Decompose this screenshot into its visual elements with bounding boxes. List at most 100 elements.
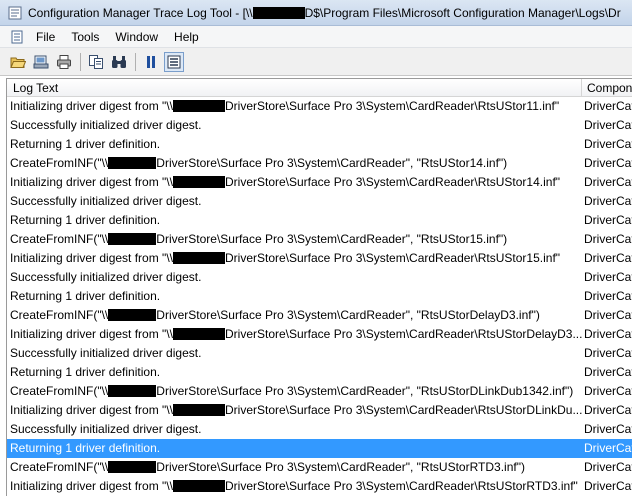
log-text-cell: CreateFromINF("\\ DriverStore\Surface Pro… <box>7 154 582 173</box>
column-header-log-text[interactable]: Log Text <box>7 79 582 97</box>
component-cell: DriverCat <box>584 156 632 170</box>
table-row[interactable]: Successfully initialized driver digest. D… <box>7 192 632 211</box>
log-text-suffix: DriverStore\Surface Pro 3\System\CardRea… <box>224 403 582 417</box>
log-text-prefix: Successfully initialized driver digest. <box>10 270 202 284</box>
window-title: Configuration Manager Trace Log Tool - [… <box>28 6 621 20</box>
table-row[interactable]: Returning 1 driver definition. DriverCat <box>7 211 632 230</box>
component-cell: DriverCat <box>584 194 632 208</box>
component-cell: DriverCat <box>584 384 632 398</box>
pause-button[interactable] <box>141 52 161 72</box>
title-bar[interactable]: Configuration Manager Trace Log Tool - [… <box>0 0 632 26</box>
redacted-block <box>172 480 225 492</box>
log-list[interactable]: Log Text Compone Initializing driver dig… <box>6 78 632 496</box>
log-text-cell: Initializing driver digest from "\\ Drive… <box>7 249 582 268</box>
log-text-suffix: DriverStore\Surface Pro 3\System\CardRea… <box>224 175 561 189</box>
log-text-cell: CreateFromINF("\\ DriverStore\Surface Pro… <box>7 382 582 401</box>
table-row[interactable]: Returning 1 driver definition. DriverCat <box>7 363 632 382</box>
log-text-cell: CreateFromINF("\\ DriverStore\Surface Pro… <box>7 306 582 325</box>
table-row[interactable]: Successfully initialized driver digest. D… <box>7 116 632 135</box>
log-text-cell: Returning 1 driver definition. <box>7 287 582 306</box>
component-cell: DriverCat <box>584 460 632 474</box>
log-text-cell: CreateFromINF("\\ DriverStore\Surface Pro… <box>7 230 582 249</box>
log-text-cell: Successfully initialized driver digest. <box>7 116 582 135</box>
log-text-prefix: Returning 1 driver definition. <box>10 365 161 379</box>
log-text-prefix: Initializing driver digest from "\\ <box>10 175 173 189</box>
component-cell: DriverCat <box>584 251 632 265</box>
toolbar-separator <box>135 52 136 71</box>
log-text-suffix: DriverStore\Surface Pro 3\System\CardRea… <box>224 99 560 113</box>
log-text-prefix: Initializing driver digest from "\\ <box>10 99 173 113</box>
component-cell: DriverCat <box>584 137 632 151</box>
filter-list-button[interactable] <box>164 51 184 72</box>
table-row[interactable]: Successfully initialized driver digest. D… <box>7 268 632 287</box>
redacted-block <box>252 6 305 19</box>
toolbar-separator <box>80 52 81 71</box>
log-text-prefix: Initializing driver digest from "\\ <box>10 251 173 265</box>
component-cell: DriverCat <box>584 441 632 455</box>
menu-window[interactable]: Window <box>107 27 166 47</box>
table-row[interactable]: Successfully initialized driver digest. D… <box>7 344 632 363</box>
log-rows: Initializing driver digest from "\\ Drive… <box>7 97 632 496</box>
log-text-cell: Returning 1 driver definition. <box>7 439 582 458</box>
open-button[interactable] <box>8 52 28 72</box>
menu-file[interactable]: File <box>28 27 63 47</box>
log-text-suffix: DriverStore\Surface Pro 3\System\CardRea… <box>224 251 561 265</box>
table-row[interactable]: Successfully initialized driver digest. D… <box>7 420 632 439</box>
table-row[interactable]: Initializing driver digest from "\\ Drive… <box>7 173 632 192</box>
menu-tools[interactable]: Tools <box>63 27 107 47</box>
redacted-block <box>172 176 225 188</box>
table-row[interactable]: Returning 1 driver definition. DriverCat <box>7 287 632 306</box>
component-cell: DriverCat <box>584 213 632 227</box>
window-title-suffix: D$\Program Files\Microsoft Configuration… <box>304 5 621 20</box>
table-row[interactable]: Initializing driver digest from "\\ Drive… <box>7 325 632 344</box>
window-title-prefix: Configuration Manager Trace Log Tool - [… <box>28 5 253 20</box>
redacted-block <box>172 252 225 264</box>
component-cell: DriverCat <box>584 175 632 189</box>
copy-icon <box>89 54 103 69</box>
component-cell: DriverCat <box>584 232 632 246</box>
log-text-prefix: CreateFromINF("\\ <box>10 156 109 170</box>
redacted-block <box>108 385 157 397</box>
app-icon <box>8 6 22 19</box>
log-text-cell: Returning 1 driver definition. <box>7 363 582 382</box>
component-cell: DriverCat <box>584 118 632 132</box>
find-button[interactable] <box>109 52 129 72</box>
table-row[interactable]: Initializing driver digest from "\\ Drive… <box>7 249 632 268</box>
log-text-prefix: CreateFromINF("\\ <box>10 460 109 474</box>
menu-help[interactable]: Help <box>166 27 207 47</box>
table-row[interactable]: Returning 1 driver definition. DriverCat <box>7 135 632 154</box>
log-text-prefix: Returning 1 driver definition. <box>10 213 161 227</box>
log-text-suffix: DriverStore\Surface Pro 3\System\CardRea… <box>156 232 508 246</box>
log-text-cell: Initializing driver digest from "\\ Drive… <box>7 325 582 344</box>
table-row[interactable]: CreateFromINF("\\ DriverStore\Surface Pro… <box>7 458 632 477</box>
log-text-cell: CreateFromINF("\\ DriverStore\Surface Pro… <box>7 458 582 477</box>
table-row[interactable]: Initializing driver digest from "\\ Drive… <box>7 477 632 496</box>
log-text-cell: Successfully initialized driver digest. <box>7 344 582 363</box>
redacted-block <box>172 328 225 340</box>
log-text-suffix: DriverStore\Surface Pro 3\System\CardRea… <box>156 156 508 170</box>
log-text-prefix: Returning 1 driver definition. <box>10 137 161 151</box>
copy-button[interactable] <box>86 52 106 72</box>
log-text-suffix: DriverStore\Surface Pro 3\System\CardRea… <box>156 460 525 474</box>
log-text-cell: Initializing driver digest from "\\ Drive… <box>7 97 582 116</box>
print-preview-button[interactable] <box>31 52 51 72</box>
table-row[interactable]: CreateFromINF("\\ DriverStore\Surface Pro… <box>7 306 632 325</box>
table-row[interactable]: CreateFromINF("\\ DriverStore\Surface Pro… <box>7 382 632 401</box>
log-text-suffix: DriverStore\Surface Pro 3\System\CardRea… <box>224 479 578 493</box>
table-row[interactable]: Returning 1 driver definition. DriverCat <box>7 439 632 458</box>
table-row[interactable]: CreateFromINF("\\ DriverStore\Surface Pro… <box>7 230 632 249</box>
print-button[interactable] <box>54 52 74 72</box>
log-text-prefix: Initializing driver digest from "\\ <box>10 479 173 493</box>
table-row[interactable]: Initializing driver digest from "\\ Drive… <box>7 97 632 116</box>
open-folder-icon <box>10 57 26 68</box>
log-text-prefix: CreateFromINF("\\ <box>10 308 109 322</box>
log-text-cell: Initializing driver digest from "\\ Drive… <box>7 477 582 496</box>
column-header-component[interactable]: Compone <box>582 79 632 97</box>
table-row[interactable]: CreateFromINF("\\ DriverStore\Surface Pro… <box>7 154 632 173</box>
log-text-cell: Successfully initialized driver digest. <box>7 192 582 211</box>
component-cell: DriverCat <box>584 479 632 493</box>
redacted-block <box>108 157 157 169</box>
table-row[interactable]: Initializing driver digest from "\\ Drive… <box>7 401 632 420</box>
component-cell: DriverCat <box>584 327 632 341</box>
log-text-cell: Successfully initialized driver digest. <box>7 420 582 439</box>
